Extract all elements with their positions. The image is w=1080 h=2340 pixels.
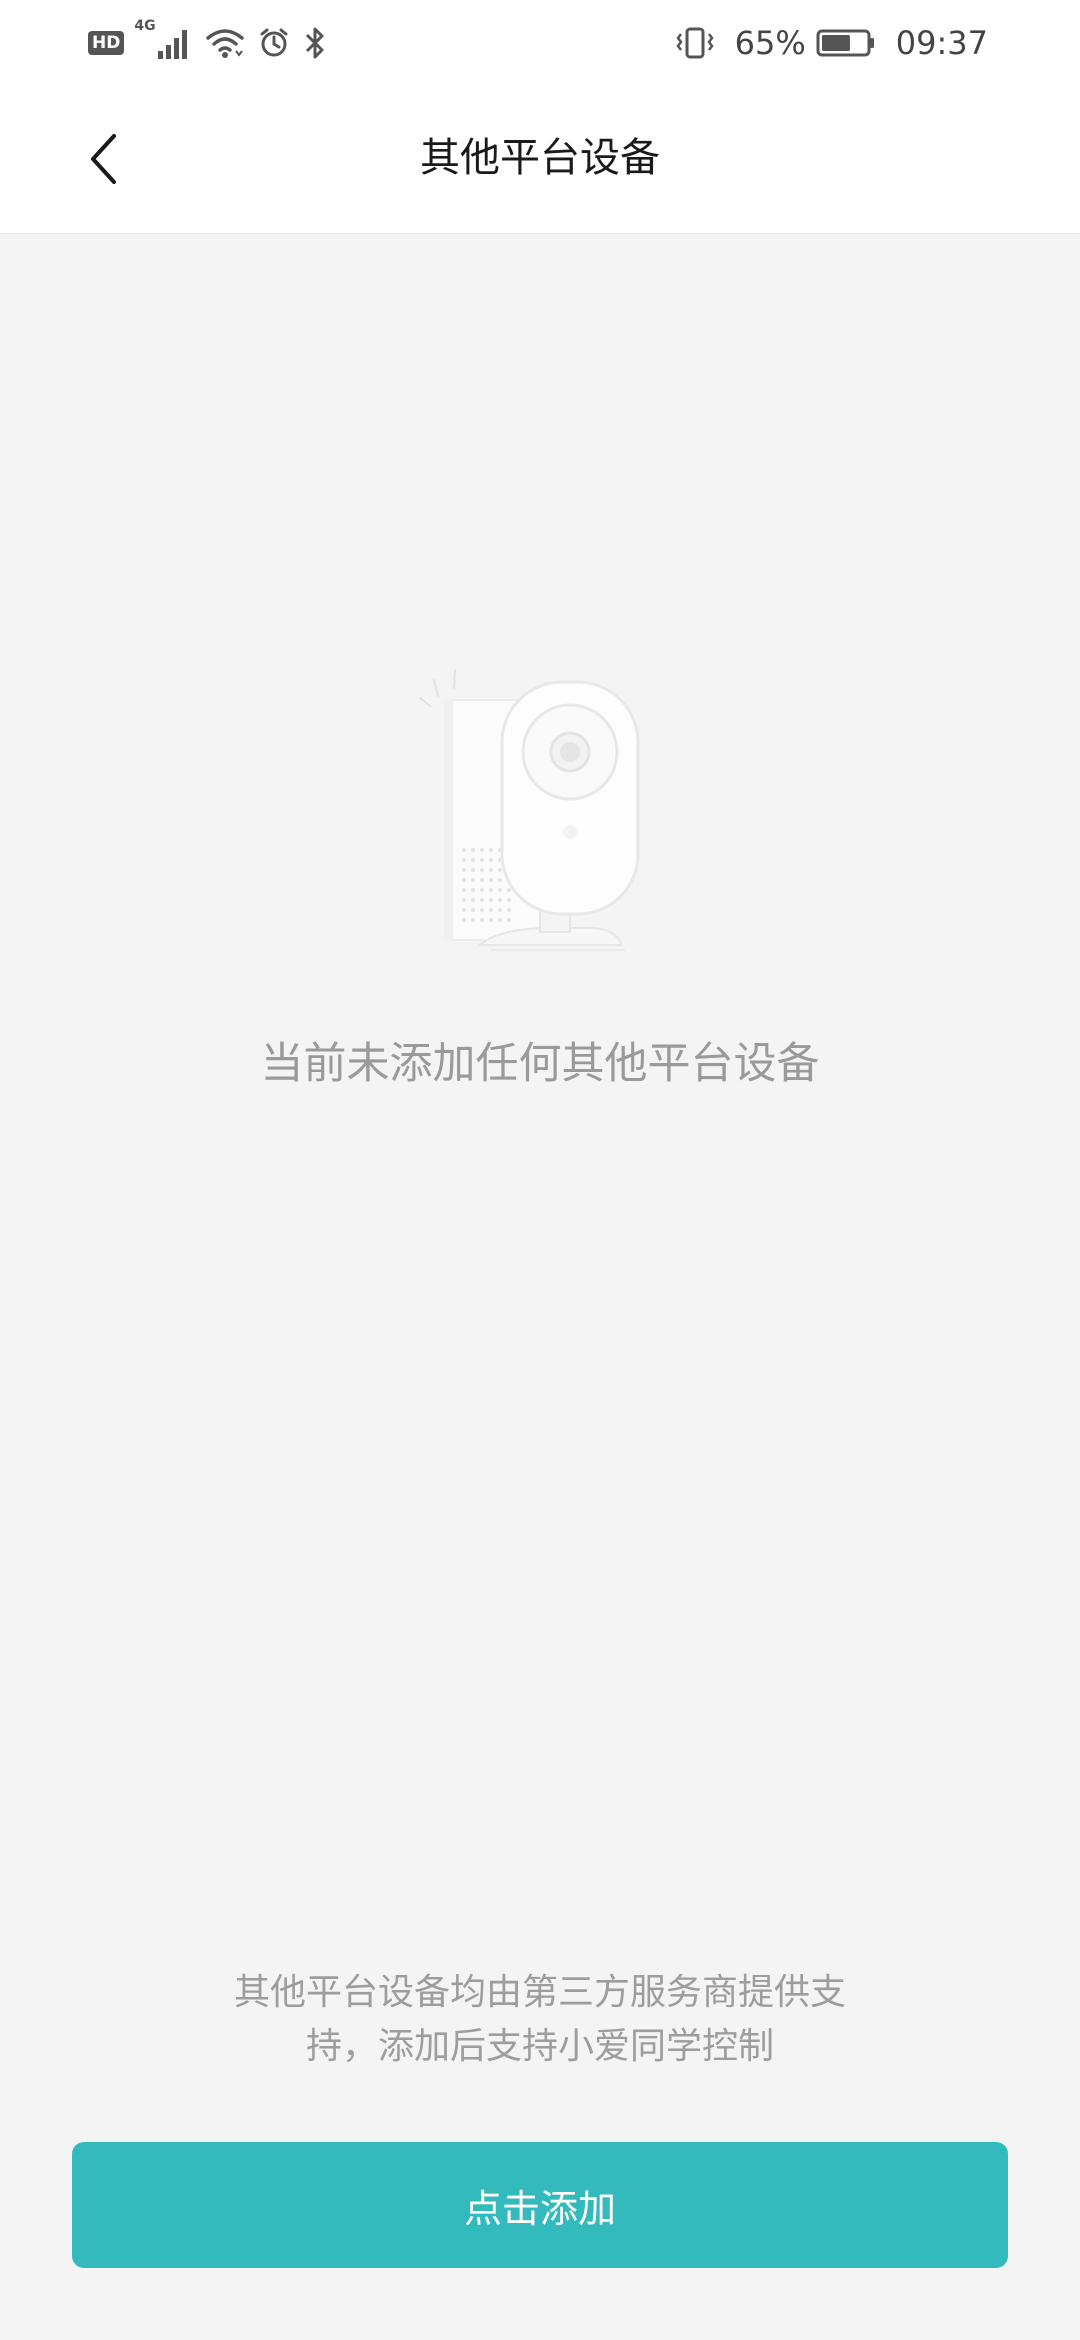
signal-icon (157, 23, 192, 63)
network-type-label: 4G (134, 18, 156, 34)
bluetooth-icon (304, 23, 326, 63)
camera-illustration (400, 660, 660, 970)
footer-note: 其他平台设备均由第三方服务商提供支 持，添加后支持小爱同学控制 (190, 1966, 890, 2074)
wifi-icon (205, 23, 244, 63)
empty-state-message: 当前未添加任何其他平台设备 (260, 1039, 820, 1089)
battery-percent: 65% (734, 24, 806, 62)
hd-badge: HD (88, 31, 125, 55)
footer-note-line1: 其他平台设备均由第三方服务商提供支 (233, 1972, 846, 2013)
alarm-icon (258, 23, 290, 63)
add-device-button[interactable]: 点击添加 (72, 2142, 1008, 2268)
vibrate-icon (675, 23, 715, 63)
app-header: 其他平台设备 (0, 86, 1080, 234)
status-right-group: 65% 09:37 (675, 16, 988, 70)
footer-note-line2: 持，添加后支持小爱同学控制 (305, 2026, 774, 2067)
battery-icon (816, 23, 876, 63)
status-left-group: HD 4G (88, 16, 340, 70)
status-bar: HD 4G 65% 09:37 (0, 0, 1080, 86)
page-title: 其他平台设备 (420, 135, 660, 181)
clock-time: 09:37 (895, 24, 988, 62)
